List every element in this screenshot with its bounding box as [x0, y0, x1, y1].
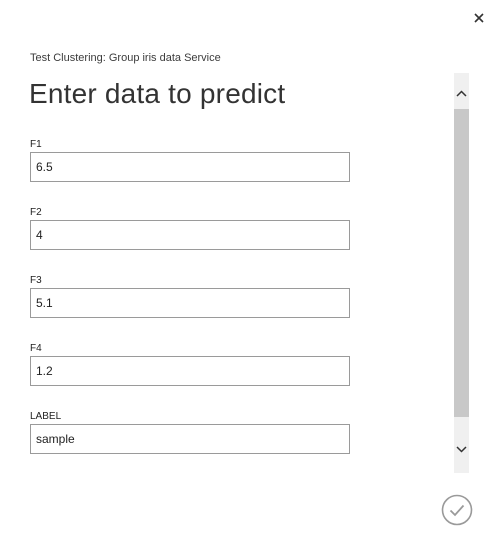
label-input[interactable] [30, 424, 350, 454]
form-field-label: LABEL [30, 410, 350, 454]
checkmark-circle-icon [441, 494, 473, 526]
scroll-down-button[interactable] [454, 441, 469, 461]
form-field-f3: F3 [30, 274, 350, 318]
form-field-f2: F2 [30, 206, 350, 250]
field-label: F4 [30, 343, 42, 354]
scroll-thumb[interactable] [454, 109, 469, 417]
f2-input[interactable] [30, 220, 350, 250]
chevron-up-icon [456, 90, 467, 97]
f3-input[interactable] [30, 288, 350, 318]
field-label: F1 [30, 139, 42, 150]
f4-input[interactable] [30, 356, 350, 386]
field-label: F3 [30, 275, 42, 286]
page-title: Enter data to predict [29, 78, 286, 109]
confirm-button[interactable] [441, 494, 473, 526]
field-label: LABEL [30, 411, 62, 422]
close-icon [474, 13, 484, 23]
chevron-down-icon [456, 446, 467, 453]
form-field-f1: F1 [30, 138, 350, 182]
close-button[interactable] [472, 11, 486, 25]
scrollbar[interactable] [454, 73, 469, 473]
f1-input[interactable] [30, 152, 350, 182]
dialog-subtitle: Test Clustering: Group iris data Service [30, 52, 221, 64]
form-field-f4: F4 [30, 342, 350, 386]
scroll-up-button[interactable] [454, 85, 469, 105]
field-label: F2 [30, 207, 42, 218]
